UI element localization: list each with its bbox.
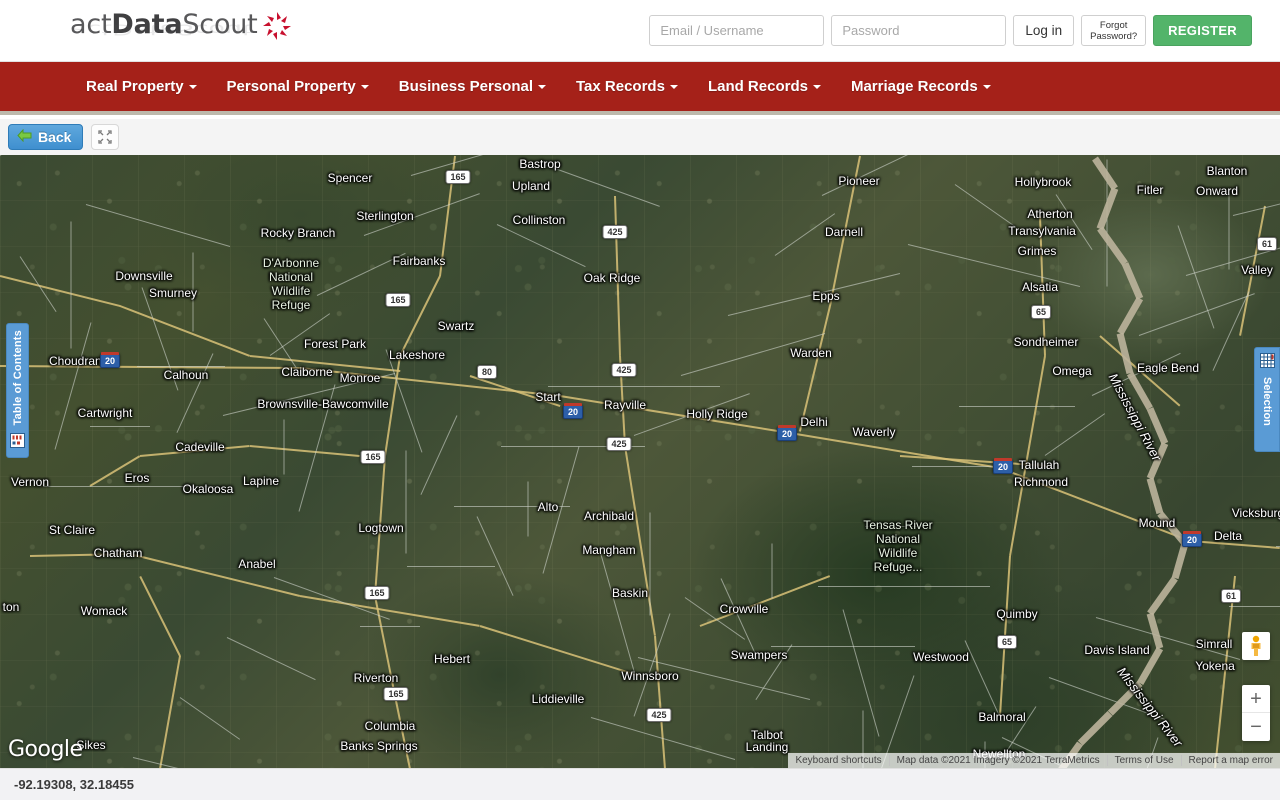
site-logo[interactable]: actDataScout actDataScout <box>70 8 294 48</box>
password-field[interactable] <box>831 15 1007 46</box>
map-road <box>865 526 925 527</box>
highway-shield-icon: 425 <box>611 363 637 377</box>
map-road <box>192 252 194 332</box>
map-road <box>818 586 990 587</box>
map-road <box>771 543 773 599</box>
pinwheel-icon <box>260 9 294 48</box>
highway-shield-icon: 165 <box>364 586 390 600</box>
map-canvas[interactable]: Spencer Bastrop Upland Pioneer Hollybrook Bla… <box>0 155 1280 768</box>
chevron-down-icon <box>812 85 821 90</box>
highway-shield-icon: 165 <box>383 687 409 701</box>
cursor-coordinates: -92.19308, 32.18455 <box>14 777 134 792</box>
grid-selection-icon <box>1259 353 1275 373</box>
map-road <box>527 481 529 537</box>
map-road <box>70 221 72 349</box>
highway-shield-icon: 425 <box>602 225 628 239</box>
nav-item-personal-property[interactable]: Personal Property <box>227 78 369 95</box>
email-field[interactable] <box>649 15 825 46</box>
back-button-label: Back <box>38 129 72 145</box>
forgot-password-line1: Forgot <box>1099 19 1128 31</box>
highway-shield-icon: 20 <box>992 458 1014 474</box>
highway-shield-icon: 61 <box>1256 237 1278 251</box>
chevron-down-icon <box>982 85 991 90</box>
google-logo: Google <box>8 737 83 762</box>
register-button[interactable]: REGISTER <box>1153 15 1252 46</box>
map-road <box>912 466 1000 467</box>
map-road <box>283 419 285 475</box>
highway-shield-icon: 20 <box>562 403 584 419</box>
nav-item-label: Marriage Records <box>850 78 978 95</box>
map-road <box>454 506 570 507</box>
map-road <box>405 450 407 554</box>
highway-shield-icon: 165 <box>445 170 471 184</box>
map-road <box>771 646 915 647</box>
attribution-item[interactable]: Keyboard shortcuts <box>788 755 888 766</box>
forgot-password-line2: Password? <box>1090 30 1138 42</box>
nav-item-label: Personal Property <box>226 78 356 95</box>
fullscreen-expand-icon[interactable] <box>91 124 120 150</box>
map-road <box>360 626 420 627</box>
nav-item-label: Business Personal <box>398 78 533 95</box>
map-road <box>90 426 150 427</box>
highway-shield-icon: 61 <box>1220 589 1242 603</box>
nav-item-real-property[interactable]: Real Property <box>86 78 197 95</box>
forgot-password-button[interactable]: Forgot Password? <box>1081 15 1147 46</box>
table-of-contents-icon <box>10 433 25 453</box>
zoom-out-button[interactable]: − <box>1242 713 1270 741</box>
nav-item-label: Real Property <box>86 78 184 95</box>
table-of-contents-label: Table of Contents <box>11 330 24 426</box>
main-navigation: Real Property Personal Property Business P… <box>0 62 1280 115</box>
highway-shield-icon: 165 <box>385 293 411 307</box>
nav-item-land-records[interactable]: Land Records <box>708 78 821 95</box>
map-road <box>959 406 1075 407</box>
login-button[interactable]: Log in <box>1013 15 1075 46</box>
map-road <box>407 566 495 567</box>
highway-shield-icon: 425 <box>606 437 632 451</box>
nav-item-tax-records[interactable]: Tax Records <box>576 78 678 95</box>
highway-shield-icon: 20 <box>99 352 121 368</box>
map-toolbar: Back <box>0 119 1280 155</box>
map-road <box>137 366 225 367</box>
nav-item-business-personal[interactable]: Business Personal <box>399 78 546 95</box>
highway-shield-icon: 20 <box>776 425 798 441</box>
selection-tab[interactable]: Selection <box>1254 347 1280 452</box>
table-of-contents-tab[interactable]: Table of Contents <box>6 323 29 458</box>
map-road <box>43 486 215 487</box>
back-button[interactable]: Back <box>8 124 84 150</box>
highway-shield-icon: 165 <box>360 450 386 464</box>
nav-item-label: Tax Records <box>576 78 665 95</box>
attribution-item[interactable]: Terms of Use <box>1106 755 1181 766</box>
selection-label: Selection <box>1261 377 1273 426</box>
highway-shield-icon: 65 <box>996 635 1018 649</box>
status-bar: -92.19308, 32.18455 <box>0 768 1280 800</box>
map-road <box>649 512 651 616</box>
map-zoom-controls: + − <box>1242 685 1270 741</box>
highway-shield-icon: 20 <box>1181 531 1203 547</box>
attribution-item[interactable]: Report a map error <box>1180 755 1280 766</box>
map-road <box>548 386 720 387</box>
map-attribution: Keyboard shortcuts Map data ©2021 Imagery… <box>788 753 1280 768</box>
map-road <box>1229 606 1280 607</box>
highway-shield-icon: 425 <box>646 708 672 722</box>
street-view-pegman-icon[interactable] <box>1242 632 1270 660</box>
highway-shield-icon: 80 <box>476 365 498 379</box>
chevron-down-icon <box>538 85 546 90</box>
chevron-down-icon <box>188 85 197 90</box>
arrow-left-icon <box>17 128 32 145</box>
nav-item-label: Land Records <box>707 78 808 95</box>
map-field-grid <box>0 155 1280 768</box>
chevron-down-icon <box>360 85 369 90</box>
nav-item-marriage-records[interactable]: Marriage Records <box>851 78 991 95</box>
attribution-item: Map data ©2021 Imagery ©2021 TerraMetric… <box>888 755 1107 766</box>
chevron-down-icon <box>669 85 678 90</box>
highway-shield-icon: 65 <box>1030 305 1052 319</box>
auth-controls: Log in Forgot Password? REGISTER <box>649 15 1252 46</box>
site-header: actDataScout actDataScout Log in Forgot … <box>0 0 1280 62</box>
logo-text: actDataScout <box>70 9 258 40</box>
map-road <box>1276 546 1280 547</box>
map-road <box>1228 190 1230 270</box>
zoom-in-button[interactable]: + <box>1242 685 1270 713</box>
